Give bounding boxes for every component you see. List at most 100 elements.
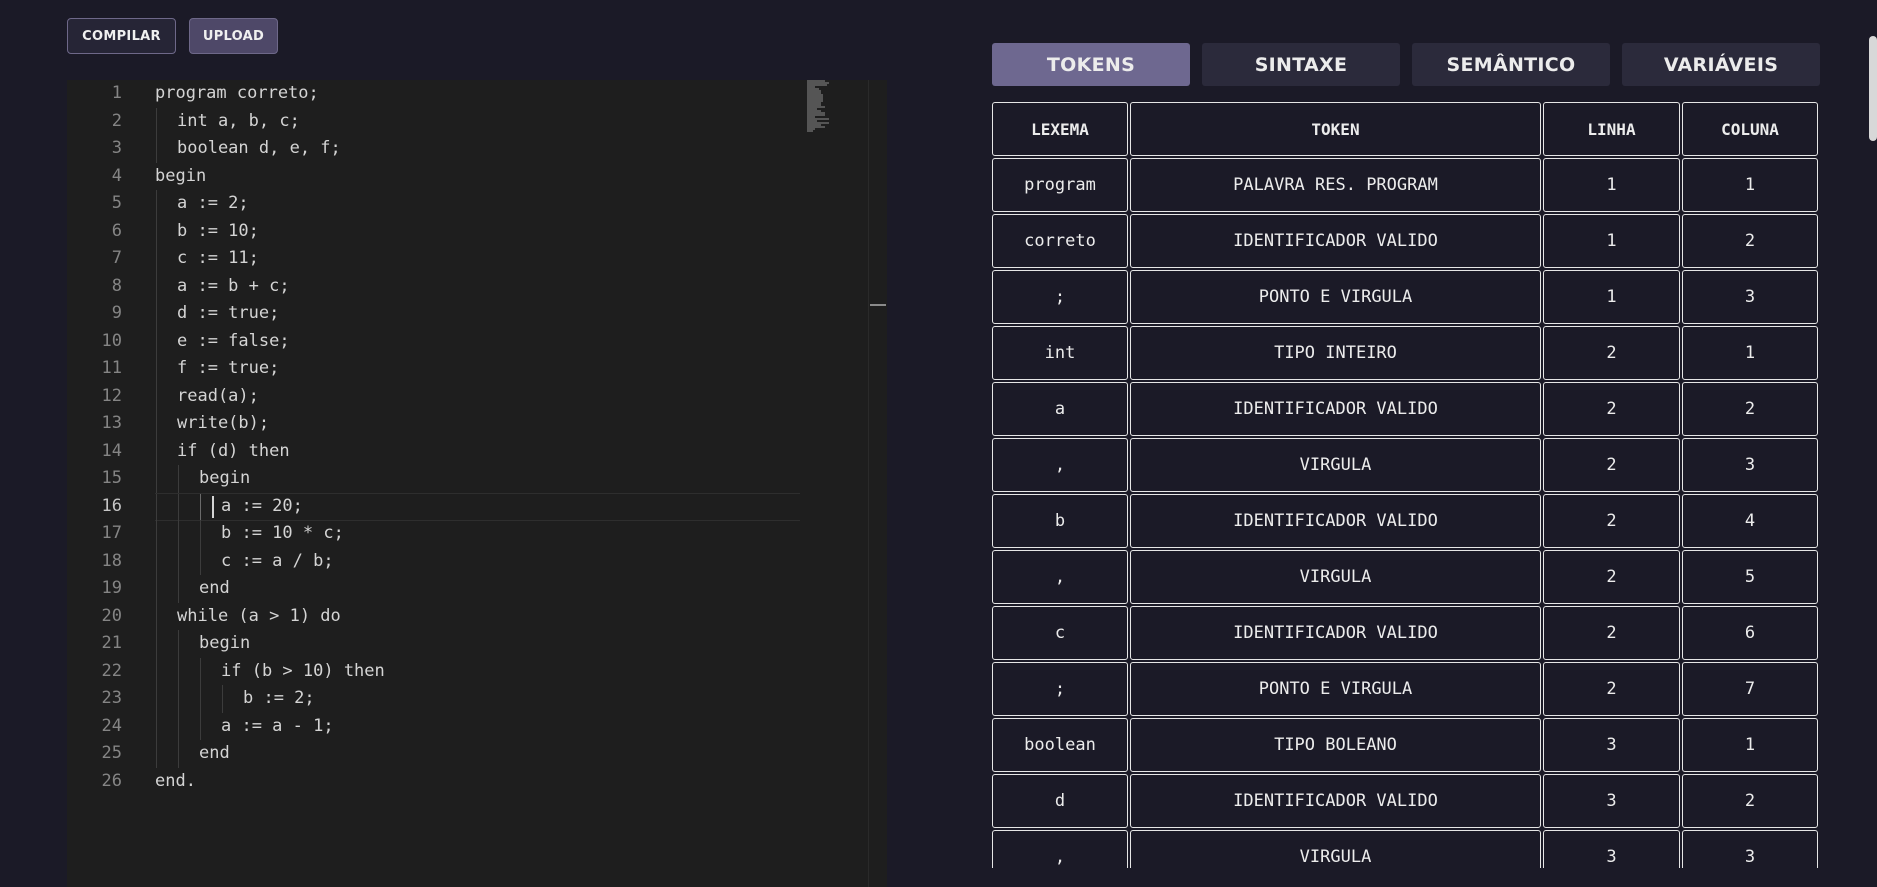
editor-scrollbar[interactable] <box>868 80 887 887</box>
editor-line[interactable]: 18 c := a / b; <box>67 547 867 576</box>
table-row: , VIRGULA 2 5 <box>992 550 1818 604</box>
indent-guide <box>156 355 157 383</box>
code-text[interactable]: boolean d, e, f; <box>177 135 341 163</box>
indent-guide <box>156 135 157 163</box>
editor-line[interactable]: 9 d := true; <box>67 300 867 328</box>
code-text[interactable]: begin <box>199 465 250 493</box>
cell-token: TIPO BOLEANO <box>1130 718 1541 772</box>
tab-sintaxe[interactable]: SINTAXE <box>1202 43 1400 86</box>
editor-line[interactable]: 26 end. <box>67 768 867 796</box>
editor-line[interactable]: 3 boolean d, e, f; <box>67 135 867 163</box>
code-text[interactable]: begin <box>155 163 206 191</box>
editor-line[interactable]: 17 b := 10 * c; <box>67 520 867 548</box>
column-header-linha: LINHA <box>1543 102 1680 156</box>
line-number: 1 <box>111 83 122 103</box>
table-row: int TIPO INTEIRO 2 1 <box>992 326 1818 380</box>
code-text[interactable]: a := b + c; <box>177 273 290 301</box>
code-text[interactable]: while (a > 1) do <box>177 603 341 631</box>
editor-line[interactable]: 1 program correto; <box>67 80 867 108</box>
code-text[interactable]: c := 11; <box>177 245 259 273</box>
indent-guide <box>178 740 179 768</box>
page-scrollbar-thumb[interactable] <box>1869 36 1877 141</box>
editor-line[interactable]: 23 b := 2; <box>67 685 867 713</box>
code-text[interactable]: begin <box>199 630 250 658</box>
editor-line[interactable]: 6 b := 10; <box>67 217 867 246</box>
editor-line[interactable]: 8 a := b + c; <box>67 272 867 301</box>
column-header-lexema: LEXEMA <box>992 102 1128 156</box>
cell-lexema: int <box>992 326 1128 380</box>
cell-lexema: boolean <box>992 718 1128 772</box>
indent-guide <box>200 685 201 713</box>
code-text[interactable]: c := a / b; <box>221 548 334 576</box>
tab-semantico[interactable]: SEMÂNTICO <box>1412 43 1610 86</box>
upload-button[interactable]: UPLOAD <box>189 18 278 54</box>
code-text[interactable]: program correto; <box>155 80 319 108</box>
editor-scroll-marker <box>870 304 886 306</box>
indent-guide <box>178 657 179 685</box>
line-number: 9 <box>111 303 122 323</box>
compile-button[interactable]: COMPILAR <box>67 18 176 54</box>
tokens-table-container[interactable]: LEXEMA TOKEN LINHA COLUNA program PALAVRA… <box>992 100 1820 868</box>
code-text[interactable]: end <box>199 740 230 768</box>
indent-guide <box>156 492 157 520</box>
tab-tokens[interactable]: TOKENS <box>992 43 1190 86</box>
code-text[interactable]: int a, b, c; <box>177 108 300 136</box>
editor-line[interactable]: 14 if (d) then <box>67 437 867 466</box>
column-header-coluna: COLUNA <box>1682 102 1818 156</box>
editor-line[interactable]: 13 write(b); <box>67 410 867 438</box>
indent-guide <box>200 547 201 575</box>
editor-line[interactable]: 25 end <box>67 740 867 768</box>
editor-line[interactable]: 24 a := a - 1; <box>67 712 867 741</box>
editor-line[interactable]: 4 begin <box>67 163 867 191</box>
code-text[interactable]: write(b); <box>177 410 269 438</box>
code-text[interactable]: a := 2; <box>177 190 249 218</box>
editor-line[interactable]: 5 a := 2; <box>67 190 867 218</box>
code-text[interactable]: end. <box>155 768 196 796</box>
editor-line[interactable]: 15 begin <box>67 465 867 493</box>
code-text[interactable]: b := 10 * c; <box>221 520 344 548</box>
code-text[interactable]: a := 20; <box>221 493 303 521</box>
line-number: 25 <box>101 743 122 763</box>
cell-coluna: 3 <box>1682 438 1818 492</box>
cell-token: PALAVRA RES. PROGRAM <box>1130 158 1541 212</box>
editor-line[interactable]: 22 if (b > 10) then <box>67 657 867 686</box>
editor-line[interactable]: 2 int a, b, c; <box>67 107 867 136</box>
indent-guide <box>156 437 157 465</box>
indent-guide <box>222 685 223 713</box>
editor-line[interactable]: 10 e := false; <box>67 327 867 356</box>
cell-coluna: 1 <box>1682 718 1818 772</box>
indent-guide <box>156 712 157 740</box>
tab-variaveis[interactable]: VARIÁVEIS <box>1622 43 1820 86</box>
editor-line[interactable]: 16 a := 20; <box>67 492 867 521</box>
editor-line[interactable]: 19 end <box>67 575 867 603</box>
indent-guide <box>156 547 157 575</box>
indent-guide <box>178 575 179 603</box>
code-text[interactable]: b := 10; <box>177 218 259 246</box>
indent-guide <box>178 712 179 740</box>
code-text[interactable]: end <box>199 575 230 603</box>
code-text[interactable]: if (d) then <box>177 438 290 466</box>
line-number: 23 <box>101 688 122 708</box>
code-editor[interactable]: 1 program correto; 2 int a, b, c; 3 boolean d… <box>67 80 887 887</box>
editor-line[interactable]: 20 while (a > 1) do <box>67 602 867 631</box>
cell-linha: 2 <box>1543 326 1680 380</box>
indent-guide <box>200 712 201 740</box>
editor-line[interactable]: 21 begin <box>67 630 867 658</box>
code-text[interactable]: a := a - 1; <box>221 713 334 741</box>
code-text[interactable]: if (b > 10) then <box>221 658 385 686</box>
editor-line[interactable]: 12 read(a); <box>67 382 867 411</box>
editor-line[interactable]: 11 f := true; <box>67 355 867 383</box>
editor-lines[interactable]: 1 program correto; 2 int a, b, c; 3 boolean d… <box>67 80 867 795</box>
line-number: 10 <box>101 330 122 351</box>
code-text[interactable]: e := false; <box>177 328 290 356</box>
code-text[interactable]: read(a); <box>177 383 259 411</box>
editor-line[interactable]: 7 c := 11; <box>67 245 867 273</box>
cell-token: IDENTIFICADOR VALIDO <box>1130 214 1541 268</box>
cell-linha: 3 <box>1543 774 1680 828</box>
code-text[interactable]: d := true; <box>177 300 279 328</box>
code-text[interactable]: f := true; <box>177 355 279 383</box>
editor-minimap[interactable] <box>807 80 847 135</box>
cell-linha: 3 <box>1543 718 1680 772</box>
indent-guide <box>156 410 157 438</box>
code-text[interactable]: b := 2; <box>243 685 315 713</box>
